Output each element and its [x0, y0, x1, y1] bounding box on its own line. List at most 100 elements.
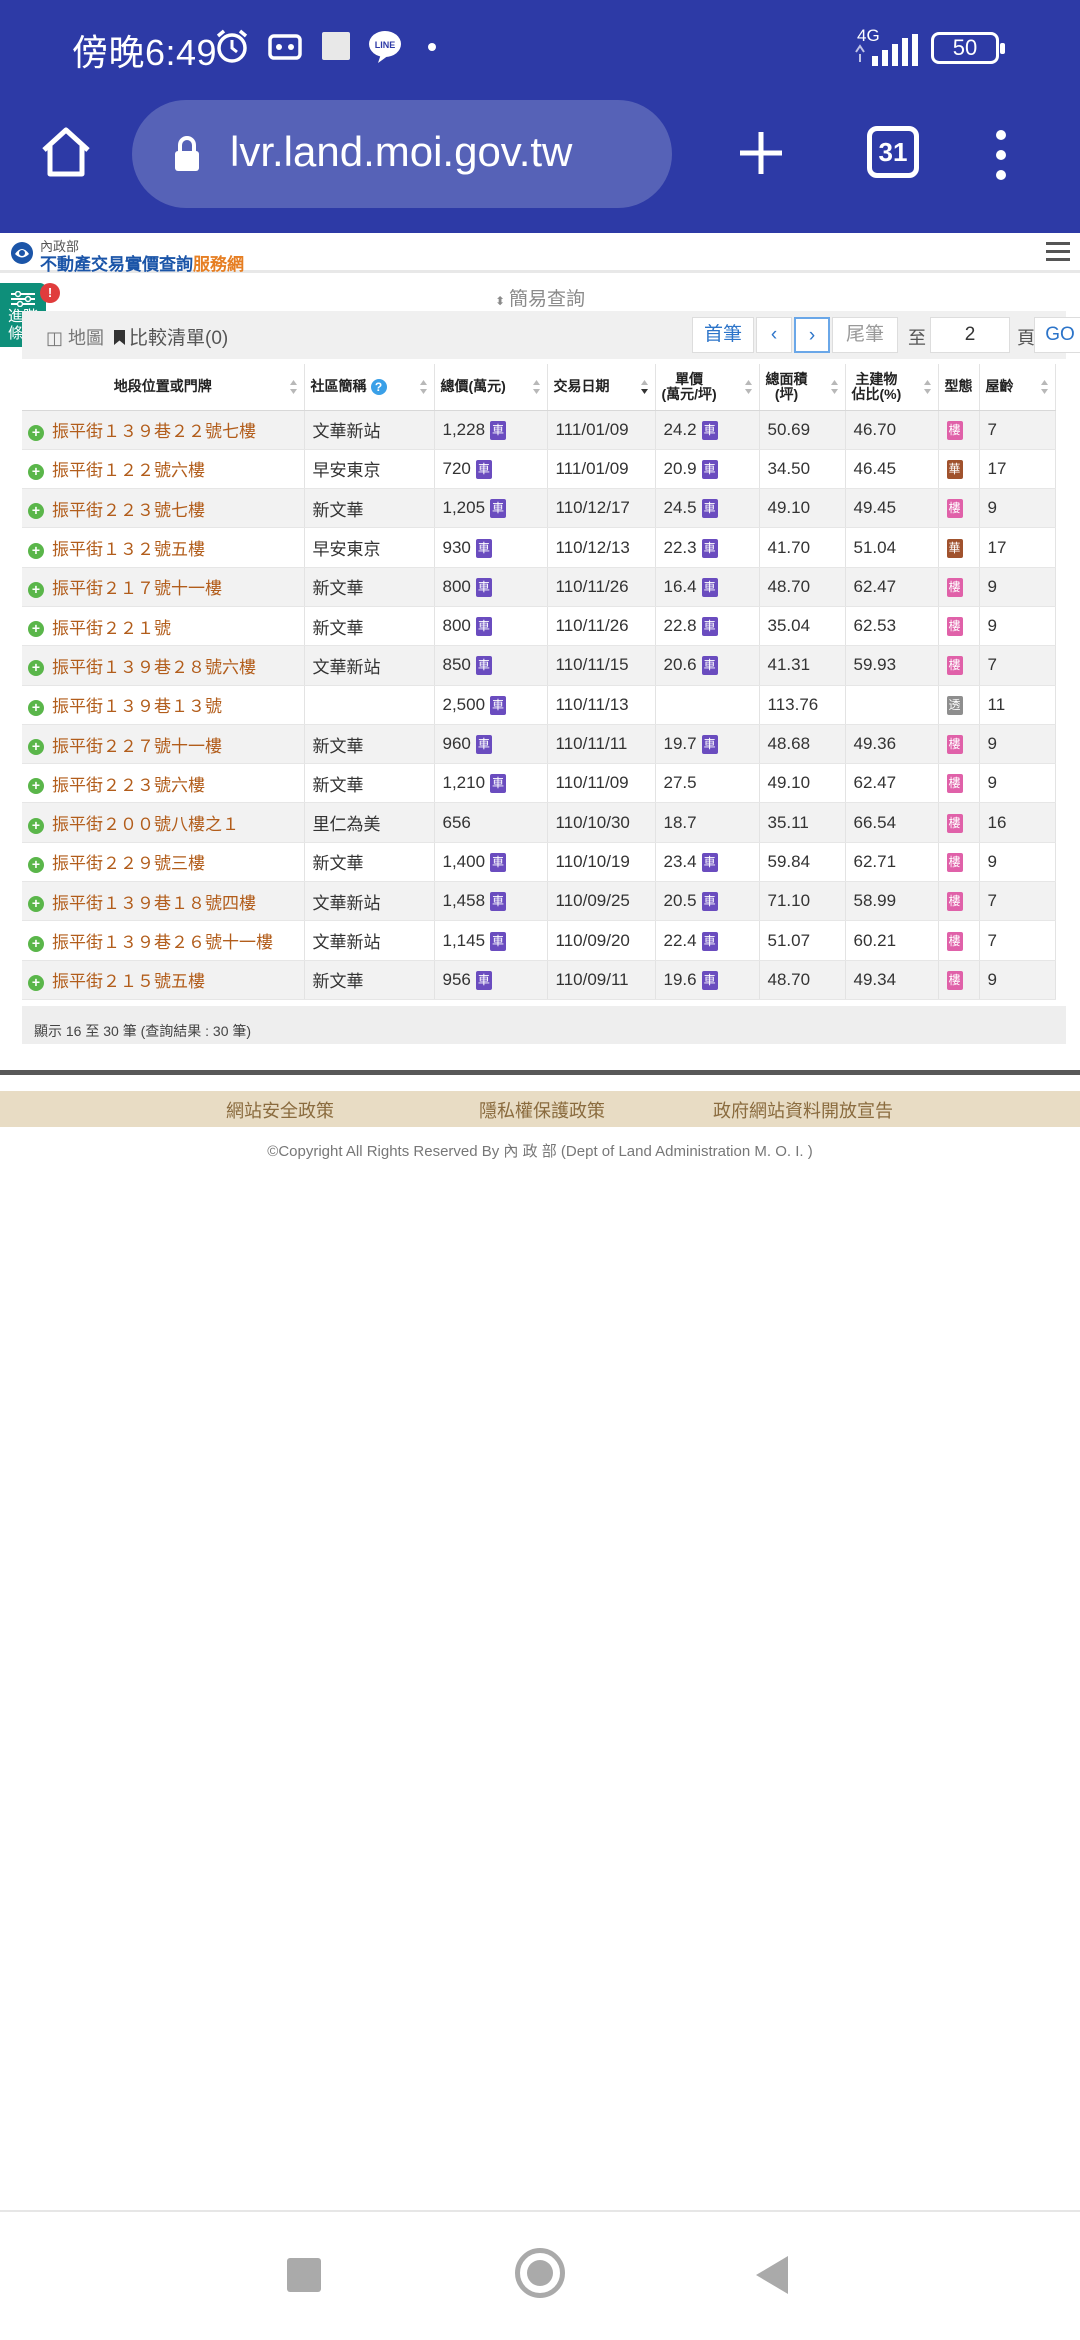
address-link[interactable]: 振平街２００號八樓之１ [52, 815, 239, 834]
sort-icon[interactable] [830, 378, 839, 396]
expand-plus-icon[interactable]: + [28, 856, 44, 873]
tab-switcher-button[interactable]: 31 [867, 126, 919, 178]
expand-plus-icon[interactable]: + [28, 974, 44, 991]
expand-plus-icon[interactable]: + [28, 542, 44, 559]
expand-plus-icon[interactable]: + [28, 778, 44, 795]
first-page-button[interactable]: 首筆 [692, 317, 754, 353]
cell-community: 文華新站 [304, 920, 435, 961]
table-row[interactable]: + 振平街２２７號十一樓 新文華 960 車 110/11/11 19.7 車 48.68 49.… [22, 724, 1056, 765]
back-button[interactable] [756, 2256, 788, 2294]
footer-link-opendata[interactable]: 政府網站資料開放宣告 [713, 1097, 893, 1123]
header-label: 總價(萬元) [440, 378, 506, 395]
sort-icon[interactable] [923, 378, 932, 396]
address-link[interactable]: 振平街１３２號五樓 [52, 540, 205, 559]
expand-plus-icon[interactable]: + [28, 660, 44, 677]
address-link[interactable]: 振平街２２７號十一樓 [52, 737, 222, 756]
recents-button[interactable] [287, 2258, 321, 2292]
cell-main-ratio: 62.47 [845, 763, 939, 804]
table-row[interactable]: + 振平街１３２號五樓 早安東京 930 車 110/12/13 22.3 車 41.70 51.… [22, 527, 1056, 568]
prev-page-button[interactable]: ‹ [756, 317, 792, 353]
table-row[interactable]: + 振平街２１７號十一樓 新文華 800 車 110/11/26 16.4 車 48.70 62.… [22, 567, 1056, 607]
help-icon[interactable]: ? [370, 378, 387, 395]
address-link[interactable]: 振平街１３９巷２６號十一樓 [52, 933, 273, 952]
cell-main-ratio: 66.54 [845, 802, 939, 843]
expand-plus-icon[interactable]: + [28, 896, 44, 913]
table-row[interactable]: + 振平街２１５號五樓 新文華 956 車 110/09/11 19.6 車 48.70 49.3… [22, 960, 1056, 1000]
expand-plus-icon[interactable]: + [28, 817, 44, 834]
table-row[interactable]: + 振平街２２３號六樓 新文華 1,210 車 110/11/09 27.5 49.10 62.… [22, 763, 1056, 804]
table-row[interactable]: + 振平街１３９巷２８號六樓 文華新站 850 車 110/11/15 20.6 車 41.31… [22, 645, 1056, 686]
header-col-main-ratio[interactable]: 主建物 佔比(%) [845, 364, 939, 411]
cell-age: 7 [979, 410, 1056, 450]
address-link[interactable]: 振平街２２３號七樓 [52, 501, 205, 520]
cell-type: 華 [938, 449, 980, 490]
compare-list-link[interactable]: 比較清單(0) [114, 323, 228, 350]
expand-plus-icon[interactable]: + [28, 621, 44, 638]
header-label: 單價 (萬元/坪) [661, 370, 717, 402]
sort-icon[interactable] [744, 378, 753, 396]
address-link[interactable]: 振平街２２３號六樓 [52, 776, 205, 795]
parking-badge: 車 [701, 538, 718, 558]
table-row[interactable]: + 振平街２００號八樓之１ 里仁為美 656 110/10/30 18.7 35.11 66.… [22, 802, 1056, 843]
header-col-type[interactable]: 型態 [938, 364, 980, 411]
expand-plus-icon[interactable]: + [28, 935, 44, 952]
address-link[interactable]: 振平街１３９巷１８號四樓 [52, 894, 256, 913]
address-link[interactable]: 振平街２２１號 [52, 619, 171, 638]
map-view-link[interactable]: ◫ 地圖 [46, 324, 104, 350]
expand-plus-icon[interactable]: + [28, 699, 44, 716]
address-link[interactable]: 振平街２２９號三樓 [52, 854, 205, 873]
sort-icon[interactable] [419, 378, 428, 396]
table-row[interactable]: + 振平街１３９巷２２號七樓 文華新站 1,228 車 111/01/09 24.2 車 50.… [22, 410, 1056, 450]
next-page-button[interactable]: › [794, 317, 830, 353]
expand-plus-icon[interactable]: + [28, 424, 44, 441]
table-row[interactable]: + 振平街１３９巷２６號十一樓 文華新站 1,145 車 110/09/20 22.4 車 51… [22, 920, 1056, 961]
address-link[interactable]: 振平街２１７號十一樓 [52, 579, 222, 598]
address-link[interactable]: 振平街１３９巷１３號 [52, 697, 222, 716]
page-number-input[interactable]: 2 [930, 317, 1010, 353]
logo-title[interactable]: 不動產交易實價查詢服務網 [40, 250, 244, 275]
cell-age: 9 [979, 488, 1056, 529]
more-menu-icon[interactable] [990, 128, 1012, 182]
simple-query-toggle[interactable]: ⬍ 簡易查詢 [0, 284, 1080, 311]
cell-age-value: 7 [987, 419, 997, 439]
sort-icon[interactable] [532, 378, 541, 396]
table-row[interactable]: + 振平街２２３號七樓 新文華 1,205 車 110/12/17 24.5 車 49.10 49… [22, 488, 1056, 529]
last-page-button[interactable]: 尾筆 [832, 317, 898, 353]
table-row[interactable]: + 振平街１３９巷１３號 2,500 車 110/11/13 113.76 透 11 [22, 685, 1056, 725]
table-row[interactable]: + 振平街２２１號 新文華 800 車 110/11/26 22.8 車 35.04 62.53 樓… [22, 606, 1056, 647]
expand-plus-icon[interactable]: + [28, 581, 44, 598]
address-link[interactable]: 振平街１３９巷２８號六樓 [52, 658, 256, 677]
footer-link-privacy[interactable]: 隱私權保護政策 [479, 1097, 605, 1123]
sort-desc-icon[interactable] [640, 378, 649, 396]
new-tab-button[interactable] [736, 128, 786, 178]
home-button[interactable] [36, 122, 96, 182]
header-col-age[interactable]: 屋齡 [979, 364, 1056, 411]
site-logo-icon[interactable] [10, 241, 34, 265]
expand-plus-icon[interactable]: + [28, 739, 44, 756]
home-nav-button[interactable] [515, 2248, 565, 2298]
cell-age: 9 [979, 567, 1056, 607]
header-col-total-price[interactable]: 總價(萬元) [434, 364, 548, 411]
header-col-date[interactable]: 交易日期 [547, 364, 656, 411]
expand-plus-icon[interactable]: + [28, 503, 44, 520]
header-col-address[interactable]: 地段位置或門牌 [22, 364, 305, 411]
url-bar[interactable]: lvr.land.moi.gov.tw [132, 100, 672, 208]
hamburger-menu-icon[interactable] [1046, 241, 1070, 263]
sort-icon[interactable] [1040, 378, 1049, 396]
header-col-unit-price[interactable]: 單價 (萬元/坪) [655, 364, 760, 411]
expand-plus-icon[interactable]: + [28, 463, 44, 480]
footer-link-security[interactable]: 網站安全政策 [226, 1097, 334, 1123]
parking-badge: 車 [490, 931, 507, 951]
address-link[interactable]: 振平街２１５號五樓 [52, 972, 205, 991]
address-link[interactable]: 振平街１３９巷２２號七樓 [52, 422, 256, 441]
header-col-community[interactable]: 社區簡稱? [304, 364, 435, 411]
cell-area: 48.70 [759, 960, 846, 1000]
go-button[interactable]: GO [1034, 317, 1080, 353]
header-col-area[interactable]: 總面積 (坪) [759, 364, 846, 411]
building-type-badge: 樓 [946, 931, 963, 951]
sort-icon[interactable] [289, 378, 298, 396]
table-row[interactable]: + 振平街１３９巷１８號四樓 文華新站 1,458 車 110/09/25 20.5 車 71.… [22, 881, 1056, 922]
table-row[interactable]: + 振平街２２９號三樓 新文華 1,400 車 110/10/19 23.4 車 59.84 62… [22, 842, 1056, 883]
address-link[interactable]: 振平街１２２號六樓 [52, 461, 205, 480]
table-row[interactable]: + 振平街１２２號六樓 早安東京 720 車 111/01/09 20.9 車 34.50 46.… [22, 449, 1056, 490]
